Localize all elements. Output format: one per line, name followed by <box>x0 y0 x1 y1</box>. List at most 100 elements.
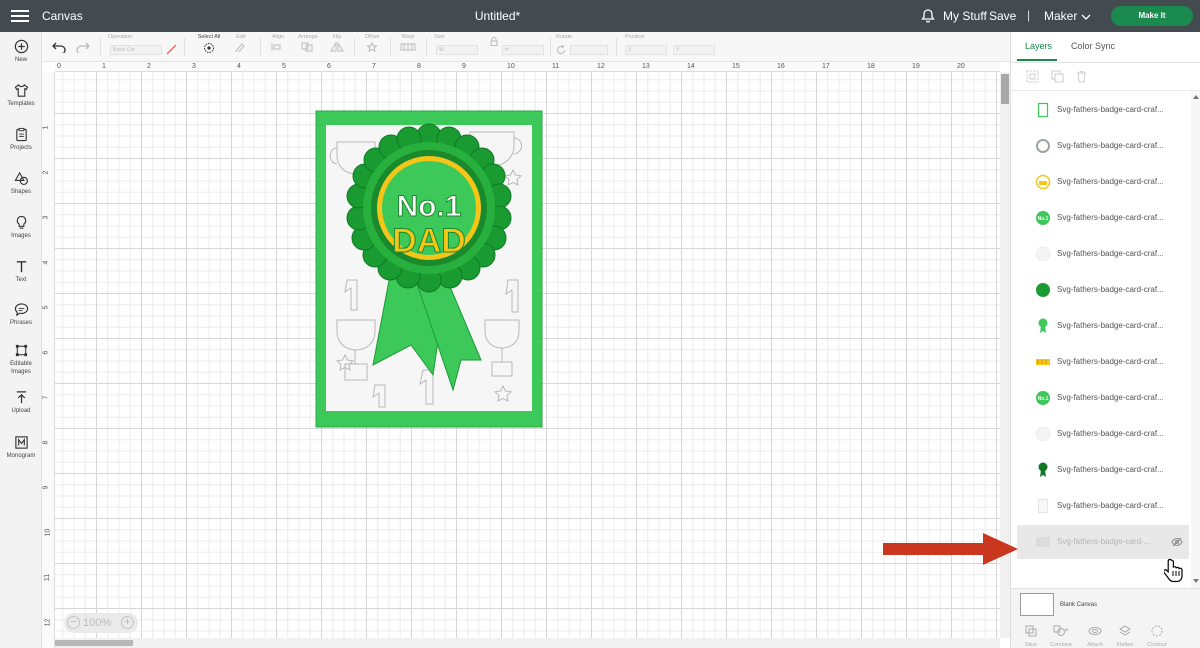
select-all-button[interactable]: Select All <box>193 34 225 54</box>
edit-label: Edit <box>236 34 246 40</box>
toolbar-divider <box>100 38 101 56</box>
tab-color-sync[interactable]: Color Sync <box>1071 41 1115 51</box>
horizontal-scroll-thumb[interactable] <box>55 640 133 646</box>
ruler-left-tick: 12 <box>44 618 52 627</box>
sidebar-item-text[interactable]: Text <box>0 259 42 284</box>
layer-thumbnail <box>1035 426 1051 442</box>
warp-icon <box>400 43 416 51</box>
save-button[interactable]: Save <box>989 9 1016 23</box>
layer-thumbnail <box>1036 139 1050 153</box>
pen-color-icon[interactable] <box>166 44 177 55</box>
position-x-field[interactable]: X <box>625 45 667 55</box>
lock-icon[interactable] <box>490 37 498 46</box>
layers-scrollbar[interactable] <box>1191 91 1200 588</box>
vertical-scroll-thumb[interactable] <box>1001 74 1009 104</box>
flip-icon <box>330 42 344 52</box>
undo-icon[interactable] <box>52 41 66 53</box>
slice-button[interactable]: Slice <box>1017 624 1045 648</box>
layer-item[interactable]: No.1 Svg-fathers-badge-card-craf... <box>1017 381 1189 415</box>
layer-name: Svg-fathers-badge-card-craf... <box>1057 249 1164 258</box>
bell-icon[interactable] <box>920 8 936 24</box>
ruler-left-tick: 9 <box>42 485 50 490</box>
shirt-icon <box>14 84 28 97</box>
sidebar-item-editable-images[interactable]: Editable Images <box>0 343 42 376</box>
layer-item[interactable]: Svg-fathers-badge-card-craf... <box>1017 345 1189 379</box>
layer-thumbnail <box>1038 318 1048 333</box>
ruler-top-tick: 20 <box>957 63 965 70</box>
horizontal-scrollbar[interactable] <box>55 638 1000 648</box>
height-field[interactable]: H <box>502 45 544 55</box>
sidebar-item-phrases[interactable]: Phrases <box>0 302 42 327</box>
layer-item[interactable]: Svg-fathers-badge-card-craf... <box>1017 489 1189 523</box>
fathers-day-badge-card[interactable]: No.1 DAD <box>315 110 543 428</box>
sidebar-item-new[interactable]: New <box>0 39 42 64</box>
layer-item[interactable]: Svg-fathers-badge-card-craf... <box>1017 417 1189 451</box>
eye-hidden-icon[interactable] <box>1171 537 1183 547</box>
flip-dropdown[interactable]: Flip <box>326 34 348 52</box>
layer-thumbnail <box>1035 174 1051 190</box>
flatten-button[interactable]: Flatten <box>1111 624 1139 648</box>
rotate-group: Rotate <box>556 34 578 40</box>
sidebar-item-images[interactable]: Images <box>0 215 42 240</box>
document-title[interactable]: Untitled* <box>0 9 995 23</box>
sidebar-item-upload[interactable]: Upload <box>0 390 42 415</box>
duplicate-icon[interactable] <box>1051 70 1064 83</box>
layer-item[interactable]: Svg-fathers-badge-card-craf... <box>1017 237 1189 271</box>
align-dropdown[interactable]: Align <box>266 34 290 52</box>
layer-item[interactable]: Svg-fathers-badge-card-craf... <box>1017 165 1189 199</box>
make-it-button[interactable]: Make It <box>1111 6 1193 26</box>
contour-button[interactable]: Contour <box>1143 624 1171 648</box>
layer-item[interactable]: Svg-fathers-badge-card-craf... <box>1017 309 1189 343</box>
combine-icon <box>1053 625 1069 636</box>
top-bar: Canvas Untitled* My Stuff Save | Maker M… <box>0 0 1200 32</box>
rotate-label: Rotate <box>556 34 573 40</box>
warp-label: Warp <box>401 34 415 40</box>
layer-item[interactable]: Svg-fathers-badge-card-craf... <box>1017 453 1189 487</box>
ruler-top-tick: 10 <box>507 63 515 70</box>
tab-layers[interactable]: Layers <box>1025 41 1052 51</box>
layer-item[interactable]: Svg-fathers-badge-card-craf... <box>1017 93 1189 127</box>
contour-label: Contour <box>1147 642 1167 648</box>
offset-button[interactable]: Offset <box>360 34 384 52</box>
layer-name: Svg-fathers-badge-card-craf... <box>1057 357 1164 366</box>
rotate-field[interactable] <box>570 45 608 55</box>
ruler-top-tick: 12 <box>597 63 605 70</box>
size-group: Size <box>434 34 450 40</box>
redo-icon[interactable] <box>76 41 90 53</box>
scroll-down-arrow-icon[interactable] <box>1193 579 1199 583</box>
warp-button[interactable]: Warp <box>397 34 419 52</box>
sidebar-item-projects[interactable]: Projects <box>0 127 42 152</box>
scroll-up-arrow-icon[interactable] <box>1193 95 1199 99</box>
zoom-out-button[interactable]: − <box>67 616 80 629</box>
toolbar-divider <box>616 38 617 56</box>
attach-button[interactable]: Attach <box>1081 624 1109 648</box>
left-sidebar: New Templates Projects Shapes Images Tex… <box>0 32 42 648</box>
blank-canvas-swatch[interactable] <box>1020 593 1054 616</box>
edit-dropdown[interactable]: Edit <box>229 34 253 52</box>
operation-group: Operation <box>108 34 166 40</box>
operation-select[interactable]: Basic Cut <box>110 45 162 55</box>
my-stuff-link[interactable]: My Stuff <box>943 9 987 23</box>
sidebar-item-shapes[interactable]: Shapes <box>0 171 42 196</box>
sidebar-item-templates[interactable]: Templates <box>0 83 42 108</box>
design-canvas[interactable]: 0 1 2 3 4 5 6 7 8 9 10 11 12 13 14 15 16 17 18 19 20 1234567… <box>42 62 1010 648</box>
width-field[interactable]: W <box>436 45 478 55</box>
ruler-top-tick: 8 <box>417 63 421 70</box>
position-y-field[interactable]: Y <box>673 45 715 55</box>
combine-button[interactable]: Combine <box>1047 624 1075 648</box>
toolbar-divider <box>426 38 427 56</box>
delete-icon[interactable] <box>1075 70 1088 83</box>
layer-item-selected[interactable]: Svg-fathers-badge-card-... <box>1017 525 1189 559</box>
layer-item[interactable]: No.1 Svg-fathers-badge-card-craf... <box>1017 201 1189 235</box>
sidebar-label-projects: Projects <box>10 145 32 151</box>
layer-name: Svg-fathers-badge-card-craf... <box>1057 393 1164 402</box>
sidebar-item-monogram[interactable]: Monogram <box>0 435 42 460</box>
ruler-left-tick: 5 <box>42 305 50 310</box>
layer-item[interactable]: Svg-fathers-badge-card-craf... <box>1017 273 1189 307</box>
layer-item[interactable]: Svg-fathers-badge-card-craf... <box>1017 129 1189 163</box>
flatten-icon <box>1119 625 1131 636</box>
group-icon[interactable] <box>1026 70 1039 83</box>
machine-selector[interactable]: Maker <box>1044 9 1091 23</box>
zoom-in-button[interactable]: + <box>121 616 134 629</box>
arrange-dropdown[interactable]: Arrange <box>294 34 322 52</box>
